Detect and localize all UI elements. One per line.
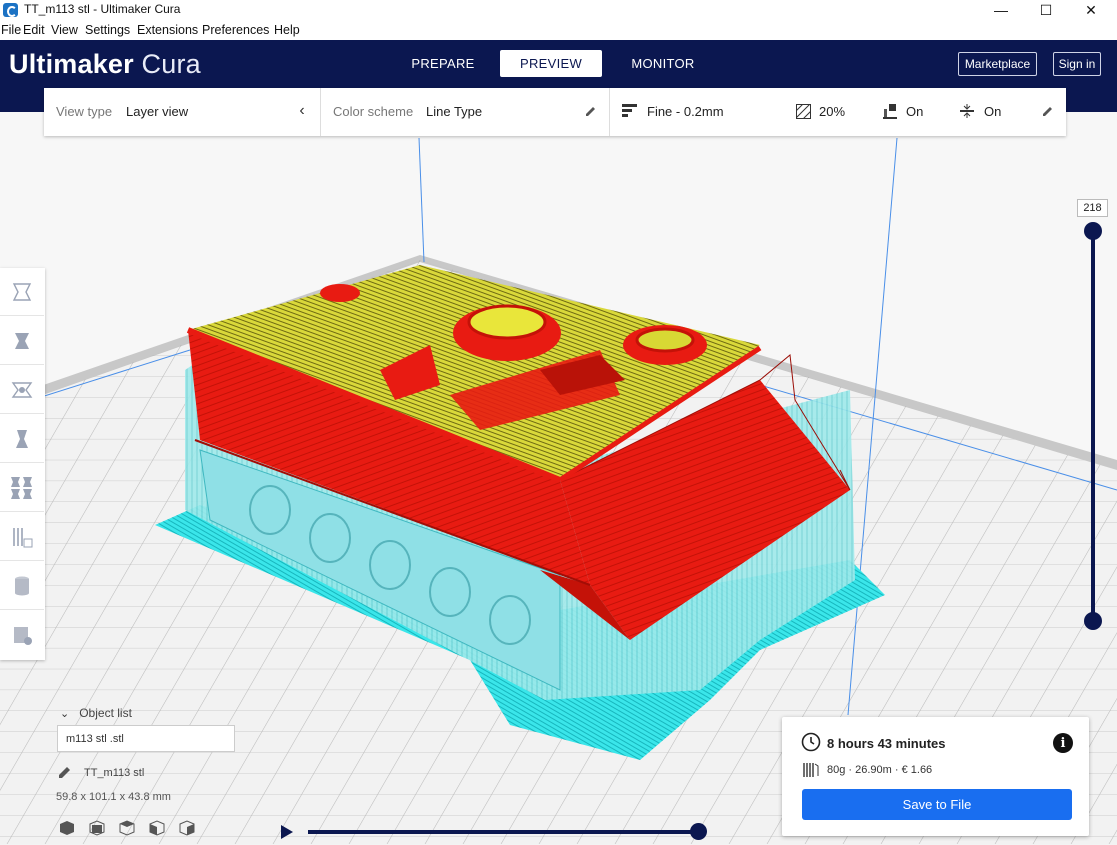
view-right-icon[interactable] — [178, 820, 196, 841]
move-tool-icon[interactable] — [0, 268, 44, 316]
clock-icon — [801, 732, 821, 757]
pencil-edit-icon[interactable] — [58, 766, 71, 784]
menu-settings[interactable]: Settings — [85, 23, 130, 37]
window-title: TT_m113 stl - Ultimaker Cura — [24, 2, 181, 16]
play-icon[interactable] — [280, 824, 294, 845]
menu-help[interactable]: Help — [274, 23, 300, 37]
view-front-icon[interactable] — [88, 820, 106, 841]
mirror-tool-icon[interactable] — [0, 415, 44, 463]
tab-preview[interactable]: PREVIEW — [500, 50, 602, 77]
maximize-button[interactable]: ☐ — [1023, 0, 1069, 20]
object-dimensions: 59.8 x 101.1 x 43.8 mm — [56, 791, 171, 803]
view-settings-toolbar: View type Layer view ‹ Color scheme Line… — [44, 88, 1066, 136]
menu-view[interactable]: View — [51, 23, 78, 37]
menu-extensions[interactable]: Extensions — [137, 23, 198, 37]
tab-prepare[interactable]: PREPARE — [402, 50, 484, 77]
tool-panel — [0, 268, 45, 660]
block-tool-icon[interactable] — [0, 611, 44, 659]
material-usage: 80g · 26.90m · € 1.66 — [827, 764, 933, 776]
menu-preferences[interactable]: Preferences — [202, 23, 269, 37]
simulation-track[interactable] — [308, 830, 698, 834]
view-type-label: View type — [56, 104, 113, 119]
tab-monitor[interactable]: MONITOR — [622, 50, 704, 77]
simulation-bar — [280, 822, 720, 842]
edit-settings-pencil-icon[interactable] — [1038, 102, 1056, 120]
menu-edit[interactable]: Edit — [23, 23, 45, 37]
print-profile-icon — [621, 102, 639, 120]
filament-icon — [803, 762, 819, 783]
adhesion-icon — [958, 102, 976, 120]
object-list-entry[interactable]: m113 stl .stl — [57, 725, 235, 752]
print-time: 8 hours 43 minutes — [827, 736, 946, 751]
print-summary-panel: 8 hours 43 minutes i 80g · 26.90m · € 1.… — [782, 717, 1089, 836]
color-scheme-dropdown[interactable]: Line Type — [426, 104, 482, 119]
view-3d-icon[interactable] — [58, 820, 76, 841]
per-model-settings-icon[interactable] — [0, 464, 44, 512]
menu-file[interactable]: File — [1, 23, 21, 37]
chevron-down-icon: ⌄ — [60, 708, 70, 720]
support-value[interactable]: On — [906, 104, 923, 119]
layer-number-badge[interactable]: 218 — [1077, 199, 1108, 217]
print-profile-value[interactable]: Fine - 0.2mm — [647, 104, 724, 119]
ultimaker-cura-logo: Ultimaker Cura — [9, 49, 201, 79]
view-left-icon[interactable] — [148, 820, 166, 841]
view-top-icon[interactable] — [118, 820, 136, 841]
layer-slider-bottom-handle[interactable] — [1084, 612, 1102, 630]
object-name[interactable]: TT_m113 stl — [84, 767, 144, 779]
save-to-file-button[interactable]: Save to File — [802, 789, 1072, 820]
chevron-left-icon[interactable]: ‹ — [293, 102, 311, 120]
color-scheme-label: Color scheme — [333, 104, 414, 119]
cylinder-tool-icon[interactable] — [0, 562, 44, 610]
rotate-tool-icon[interactable] — [0, 366, 44, 414]
marketplace-button[interactable]: Marketplace — [958, 52, 1037, 76]
simulation-handle[interactable] — [690, 823, 707, 840]
sign-in-button[interactable]: Sign in — [1053, 52, 1101, 76]
layer-slider-top-handle[interactable] — [1084, 222, 1102, 240]
menu-bar: File Edit View Settings Extensions Prefe… — [0, 20, 1117, 40]
cura-app-icon — [3, 3, 18, 17]
close-button[interactable]: ✕ — [1068, 0, 1114, 20]
minimize-button[interactable]: — — [978, 0, 1024, 20]
info-icon[interactable]: i — [1053, 733, 1073, 753]
scale-tool-icon[interactable] — [0, 317, 44, 365]
layer-slider-track[interactable] — [1091, 231, 1095, 621]
infill-value[interactable]: 20% — [819, 104, 845, 119]
window-titlebar: TT_m113 stl - Ultimaker Cura — ☐ ✕ — [0, 0, 1117, 20]
support-icon — [881, 102, 899, 120]
infill-icon — [794, 102, 812, 120]
support-blocker-icon[interactable] — [0, 513, 44, 561]
adhesion-value[interactable]: On — [984, 104, 1001, 119]
view-type-dropdown[interactable]: Layer view — [126, 104, 188, 119]
object-list-header[interactable]: ⌄ Object list — [60, 706, 132, 720]
pencil-icon[interactable] — [581, 102, 599, 120]
camera-views — [58, 820, 196, 841]
